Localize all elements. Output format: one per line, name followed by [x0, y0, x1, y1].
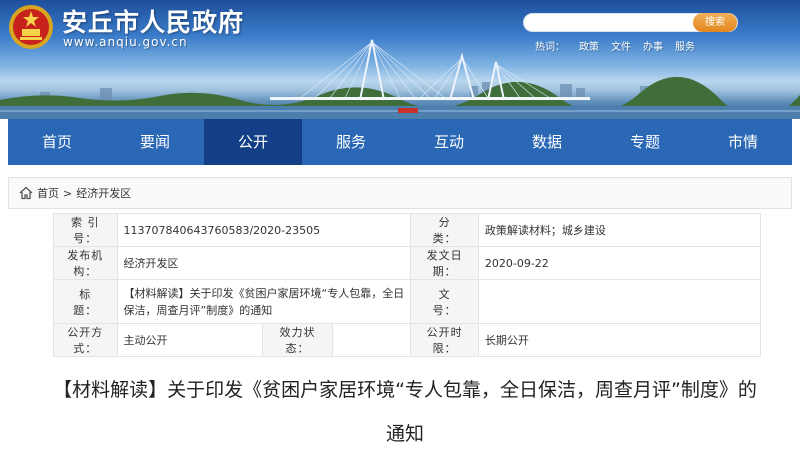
- document-meta-table: 索 引 号： 113707840643760583/2020-23505 分 类…: [53, 213, 762, 357]
- disclosure-period-label: 公开时限：: [410, 323, 479, 357]
- category-value: 政策解读材料；城乡建设: [477, 213, 762, 247]
- header-banner: 安丘市人民政府 www.anqiu.gov.cn 搜索 热词： 政策 文件 办事…: [0, 0, 800, 119]
- breadcrumb-separator: >: [63, 186, 73, 200]
- title-value: 【材料解读】关于印发《贫困户家居环境“专人包靠，全日保洁，周查月评”制度》的通知: [116, 279, 412, 324]
- table-row: 公开方式： 主动公开 效力状态： 公开时限： 长期公开: [53, 323, 762, 357]
- nav-item-disclosure[interactable]: 公开: [204, 119, 302, 165]
- breadcrumb: 首页 > 经济开发区: [8, 177, 792, 209]
- nav-item-topics[interactable]: 专题: [596, 119, 694, 165]
- publisher-value: 经济开发区: [116, 246, 412, 280]
- national-emblem-icon: [9, 5, 53, 49]
- hotword-policy[interactable]: 政策: [579, 38, 599, 53]
- validity-label: 效力状态：: [262, 323, 333, 357]
- validity-value: [331, 323, 412, 357]
- title-label: 标 题：: [53, 279, 118, 324]
- index-label: 索 引 号：: [53, 213, 118, 247]
- home-icon: [19, 186, 33, 200]
- category-label: 分 类：: [410, 213, 479, 247]
- disclosure-mode-label: 公开方式：: [53, 323, 118, 357]
- nav-item-data[interactable]: 数据: [498, 119, 596, 165]
- publisher-label: 发布机构：: [53, 246, 118, 280]
- breadcrumb-home[interactable]: 首页: [37, 185, 59, 201]
- hotwords-label: 热词：: [535, 42, 565, 53]
- nav-item-city-info[interactable]: 市情: [694, 119, 792, 165]
- table-row: 标 题： 【材料解读】关于印发《贫困户家居环境“专人包靠，全日保洁，周查月评”制…: [53, 279, 762, 324]
- doc-number-label: 文 号：: [410, 279, 479, 324]
- article-title: 【材料解读】关于印发《贫困户家居环境“专人包靠，全日保洁，周查月评”制度》的通知: [53, 379, 757, 445]
- table-row: 索 引 号： 113707840643760583/2020-23505 分 类…: [53, 213, 762, 247]
- doc-number-value: [477, 279, 762, 324]
- nav-item-home[interactable]: 首页: [8, 119, 106, 165]
- site-title[interactable]: 安丘市人民政府: [62, 3, 244, 39]
- hotword-document[interactable]: 文件: [611, 38, 631, 53]
- site-url: www.anqiu.gov.cn: [63, 35, 188, 49]
- table-row: 发布机构： 经济开发区 发文日期： 2020-09-22: [53, 246, 762, 280]
- index-value: 113707840643760583/2020-23505: [116, 213, 412, 247]
- search-input[interactable]: [524, 17, 694, 35]
- nav-item-services[interactable]: 服务: [302, 119, 400, 165]
- disclosure-mode-value: 主动公开: [116, 323, 264, 357]
- date-value: 2020-09-22: [477, 246, 762, 280]
- search-box: 搜索: [523, 13, 738, 35]
- breadcrumb-current[interactable]: 经济开发区: [76, 185, 131, 201]
- hotwords-bar: 热词： 政策 文件 办事 服务: [535, 38, 695, 53]
- nav-item-news[interactable]: 要闻: [106, 119, 204, 165]
- search-button[interactable]: 搜索: [693, 13, 737, 32]
- hotword-service[interactable]: 服务: [675, 38, 695, 53]
- disclosure-period-value: 长期公开: [477, 323, 762, 357]
- main-nav: 首页 要闻 公开 服务 互动 数据 专题 市情: [8, 119, 792, 165]
- date-label: 发文日期：: [410, 246, 479, 280]
- hotword-service-guide[interactable]: 办事: [643, 38, 663, 53]
- nav-item-interaction[interactable]: 互动: [400, 119, 498, 165]
